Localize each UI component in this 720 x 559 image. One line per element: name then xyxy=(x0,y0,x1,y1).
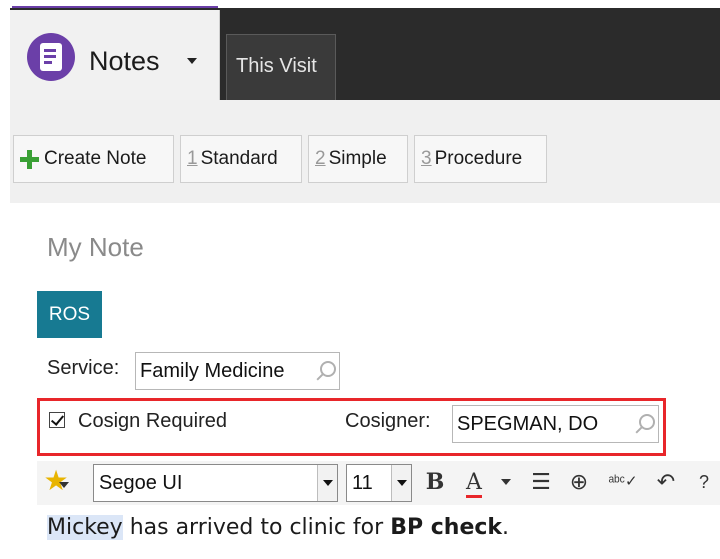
cosigner-field[interactable]: SPEGMAN, DO xyxy=(452,405,659,443)
font-size-select[interactable]: 11 xyxy=(346,464,412,502)
search-icon[interactable] xyxy=(633,413,655,435)
body-end: . xyxy=(502,515,510,540)
font-name-select[interactable]: Segoe UI xyxy=(93,464,338,502)
spell-check-icon[interactable]: ᵃᵇᶜ✓ xyxy=(606,466,640,498)
procedure-label: Procedure xyxy=(434,148,523,169)
note-title: My Note xyxy=(47,232,144,262)
simple-shortcut-number: 2 xyxy=(315,148,326,169)
help-icon[interactable]: ? xyxy=(691,466,717,498)
tab-notes-label: Notes xyxy=(89,46,160,76)
simple-label: Simple xyxy=(328,148,387,169)
favorites-star-icon[interactable]: ★ xyxy=(41,466,71,496)
service-label: Service: xyxy=(47,357,120,379)
create-note-button[interactable]: Create Note xyxy=(13,135,174,183)
ros-section-badge[interactable]: ROS xyxy=(37,291,102,338)
create-note-label: Create Note xyxy=(44,148,147,169)
font-color-button[interactable]: A xyxy=(460,466,488,498)
tab-notes[interactable]: Notes xyxy=(10,10,220,102)
top-band xyxy=(0,0,720,10)
font-name-dropdown-button[interactable] xyxy=(317,465,337,501)
font-size-dropdown-button[interactable] xyxy=(391,465,411,501)
font-name-value: Segoe UI xyxy=(99,471,183,494)
cosign-required-label: Cosign Required xyxy=(78,410,227,432)
body-bold: BP check xyxy=(390,515,503,540)
search-icon[interactable] xyxy=(314,360,336,382)
note-body-text[interactable]: Mickey has arrived to clinic for BP chec… xyxy=(47,515,509,540)
standard-label: Standard xyxy=(200,148,278,169)
procedure-shortcut-number: 3 xyxy=(421,148,432,169)
service-value: Family Medicine xyxy=(140,359,285,382)
standard-shortcut-number: 1 xyxy=(187,148,198,169)
chevron-down-icon[interactable] xyxy=(59,482,69,488)
chevron-down-icon[interactable] xyxy=(501,479,511,485)
font-size-value: 11 xyxy=(352,471,373,494)
standard-template-button[interactable]: 1 Standard xyxy=(180,135,302,183)
tab-this-visit-label: This Visit xyxy=(236,55,317,77)
procedure-template-button[interactable]: 3 Procedure xyxy=(414,135,547,183)
body-middle: has arrived to clinic for xyxy=(122,515,391,540)
plus-icon xyxy=(20,149,39,169)
bullet-list-icon[interactable]: ☰ xyxy=(528,466,554,498)
bold-button[interactable]: B xyxy=(422,466,448,498)
notes-icon xyxy=(27,33,75,81)
simple-template-button[interactable]: 2 Simple xyxy=(308,135,408,183)
cosigner-label: Cosigner: xyxy=(345,410,431,432)
undo-icon[interactable]: ↶ xyxy=(652,466,680,498)
zoom-in-icon[interactable]: ⊕ xyxy=(562,466,596,498)
tab-this-visit[interactable]: This Visit xyxy=(226,34,336,100)
font-color-label: A xyxy=(466,470,482,498)
service-field[interactable]: Family Medicine xyxy=(135,352,340,390)
cosign-required-checkbox[interactable] xyxy=(49,412,65,428)
chevron-down-icon[interactable] xyxy=(187,58,197,64)
patient-name: Mickey xyxy=(47,515,123,540)
cosigner-value: SPEGMAN, DO xyxy=(457,412,599,435)
